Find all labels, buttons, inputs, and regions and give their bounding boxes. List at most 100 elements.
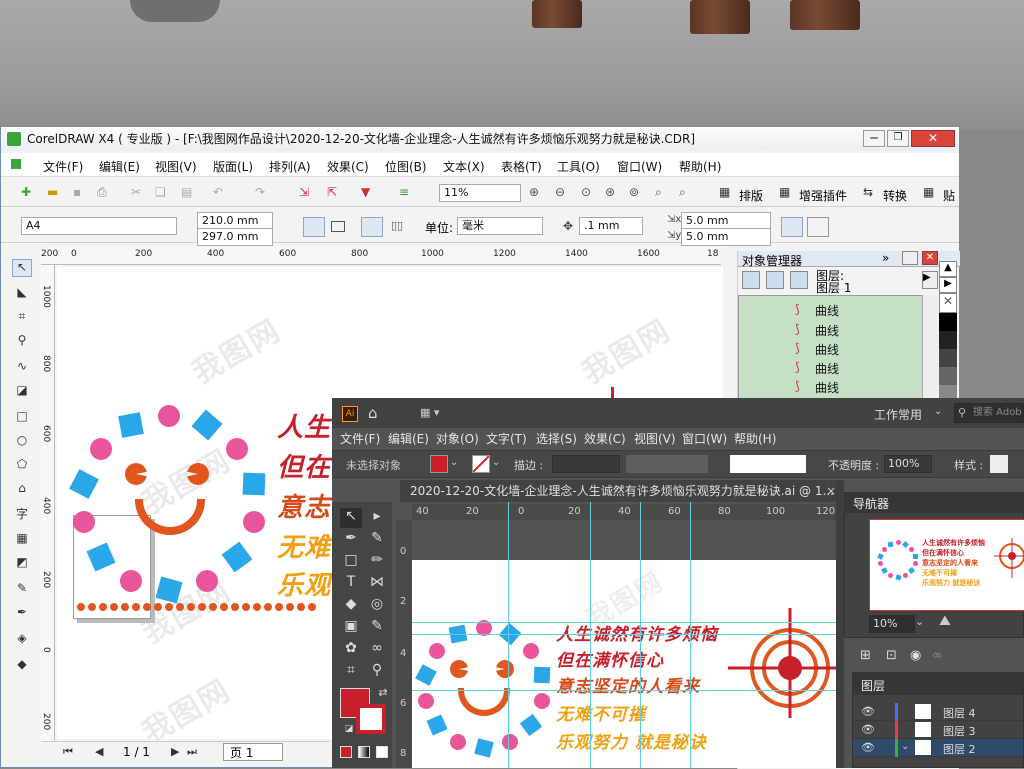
style-swatch[interactable]: [990, 455, 1008, 473]
zoom-page-icon[interactable]: ⊚: [629, 185, 647, 203]
menu-text[interactable]: 文本(X): [443, 158, 485, 175]
table-tool-icon[interactable]: ▦: [12, 531, 32, 549]
ellipse-tool-icon[interactable]: ○: [12, 433, 32, 451]
guide[interactable]: [412, 622, 836, 623]
export-icon[interactable]: ⇱: [327, 185, 345, 203]
restore-button[interactable]: ❐: [887, 130, 909, 147]
unit-select[interactable]: 毫米: [457, 217, 543, 235]
expand-icon[interactable]: »: [882, 251, 889, 265]
new-icon[interactable]: ✚: [21, 185, 39, 203]
menu-window[interactable]: 窗口(W): [682, 430, 727, 447]
plugin-icon[interactable]: ▦: [779, 185, 797, 203]
menu-help[interactable]: 帮助(H): [734, 430, 776, 447]
menu-edit[interactable]: 编辑(E): [99, 158, 140, 175]
zoom-height-icon[interactable]: ⌕: [679, 185, 697, 203]
blend-tool-icon[interactable]: ∞: [366, 640, 388, 660]
import-icon[interactable]: ⇲: [299, 185, 317, 203]
arrange-documents-icon[interactable]: ▦ ▾: [420, 406, 439, 419]
menu-table[interactable]: 表格(T): [501, 158, 542, 175]
default-colors-icon[interactable]: ◪: [338, 724, 360, 744]
stroke-color-swatch[interactable]: [356, 704, 386, 734]
cut-icon[interactable]: ✂: [131, 185, 149, 203]
menu-layout[interactable]: 版面(L): [213, 158, 253, 175]
edit-layers-icon[interactable]: [766, 271, 784, 289]
swatch[interactable]: [939, 313, 957, 331]
zoom-level-select[interactable]: 11%: [439, 184, 521, 202]
page-height-field[interactable]: 297.0 mm: [197, 228, 273, 246]
object-list-scrollbar[interactable]: [922, 295, 938, 399]
convert-icon[interactable]: ⇆: [863, 185, 881, 203]
page-size-select[interactable]: A4: [21, 217, 177, 235]
redo-icon[interactable]: ↷: [255, 185, 273, 203]
interactive-fill-icon[interactable]: ◆: [12, 657, 32, 675]
link-icon[interactable]: ∞: [932, 648, 943, 663]
type-tool-icon[interactable]: T: [340, 574, 362, 594]
palette-scroll-up[interactable]: ▲: [939, 261, 957, 277]
first-page-icon[interactable]: ⏮: [63, 745, 73, 759]
paste-plugin-icon[interactable]: ▦: [923, 185, 941, 203]
menu-view[interactable]: 视图(V): [634, 430, 676, 447]
swatch[interactable]: [939, 349, 957, 367]
guide[interactable]: [590, 502, 591, 560]
print-icon[interactable]: ⎙: [97, 185, 115, 203]
artboard-tool-icon[interactable]: ⌗: [340, 662, 362, 682]
landscape-button[interactable]: [331, 221, 345, 232]
minimize-button[interactable]: ─: [863, 130, 885, 147]
paste-plugin-button[interactable]: 贴: [943, 187, 955, 204]
list-item[interactable]: 曲线: [815, 302, 839, 319]
visibility-eye-icon[interactable]: 👁: [861, 741, 875, 754]
swatch[interactable]: [939, 367, 957, 385]
workspace-switcher[interactable]: 工作常用: [874, 406, 922, 423]
nav-zoom-field[interactable]: 10%: [869, 615, 915, 633]
eyedropper-icon[interactable]: ✎: [366, 618, 388, 638]
zoom-in-icon[interactable]: ⊕: [529, 185, 547, 203]
menu-effects[interactable]: 效果(C): [327, 158, 369, 175]
selection-tool-icon[interactable]: ↖: [340, 508, 362, 528]
next-page-icon[interactable]: ▶: [171, 745, 179, 758]
menu-effect[interactable]: 效果(C): [584, 430, 626, 447]
menu-edit[interactable]: 编辑(E): [388, 430, 429, 447]
swap-colors-icon[interactable]: ⇄: [372, 686, 394, 706]
visibility-eye-icon[interactable]: 👁: [861, 705, 875, 718]
launcher-icon[interactable]: ▼: [361, 185, 379, 203]
guide[interactable]: [412, 690, 836, 691]
snap-button[interactable]: [807, 217, 829, 237]
list-item[interactable]: 曲线: [815, 322, 839, 339]
all-pages-button[interactable]: [361, 217, 383, 237]
menu-file[interactable]: 文件(F): [43, 158, 83, 175]
layer-row[interactable]: 👁 图层 3: [853, 721, 1023, 739]
zoom-selected-icon[interactable]: ⊙: [581, 185, 599, 203]
warp-tool-icon[interactable]: ◎: [366, 596, 388, 616]
swatch[interactable]: [939, 331, 957, 349]
page-tab[interactable]: 页 1: [223, 743, 283, 761]
menu-type[interactable]: 文字(T): [486, 430, 527, 447]
layer-name[interactable]: 图层 2: [943, 741, 976, 757]
last-page-icon[interactable]: ⏭: [187, 745, 197, 759]
none-mode-icon[interactable]: [376, 746, 388, 758]
outline-tool-icon[interactable]: ✒: [12, 605, 32, 623]
smart-fill-icon[interactable]: ◪: [12, 383, 32, 401]
rectangle-tool-icon[interactable]: □: [340, 552, 362, 572]
document-tab[interactable]: 2020-12-20-文化墙-企业理念-人生诚然有许多烦恼乐观努力就是秘诀.ai…: [400, 480, 840, 502]
guide[interactable]: [690, 560, 691, 768]
menu-arrange[interactable]: 排列(A): [269, 158, 311, 175]
nav-zoom-dropdown-icon[interactable]: ⌄: [915, 615, 924, 628]
palette-more[interactable]: ▶: [939, 277, 957, 293]
stroke-dropdown-icon[interactable]: ⌄: [492, 457, 500, 468]
guide[interactable]: [508, 502, 509, 560]
dimension-tool-icon[interactable]: ◩: [12, 555, 32, 573]
current-page-icon[interactable]: ▯▯: [391, 219, 403, 232]
guide[interactable]: [640, 502, 641, 560]
guide[interactable]: [590, 560, 591, 768]
reflect-tool-icon[interactable]: ⋈: [366, 574, 388, 594]
portrait-button[interactable]: [303, 217, 325, 237]
open-icon[interactable]: ▬: [47, 185, 65, 203]
menu-window[interactable]: 窗口(W): [617, 158, 662, 175]
paste-icon[interactable]: ▤: [181, 185, 199, 203]
nav-zoom-out-icon[interactable]: ⛰: [939, 613, 951, 629]
gradient-tool-icon[interactable]: ▣: [340, 618, 362, 638]
pathfinder-icon[interactable]: ◉: [910, 648, 921, 663]
prev-page-icon[interactable]: ◀: [95, 745, 103, 758]
navigator-preview[interactable]: 人生诚然有许多烦恼 但在满怀信心 意志坚定的人看来 无难不可摧 乐观努力 就是秘…: [869, 519, 1024, 611]
crop-tool-icon[interactable]: ⌗: [12, 309, 32, 327]
